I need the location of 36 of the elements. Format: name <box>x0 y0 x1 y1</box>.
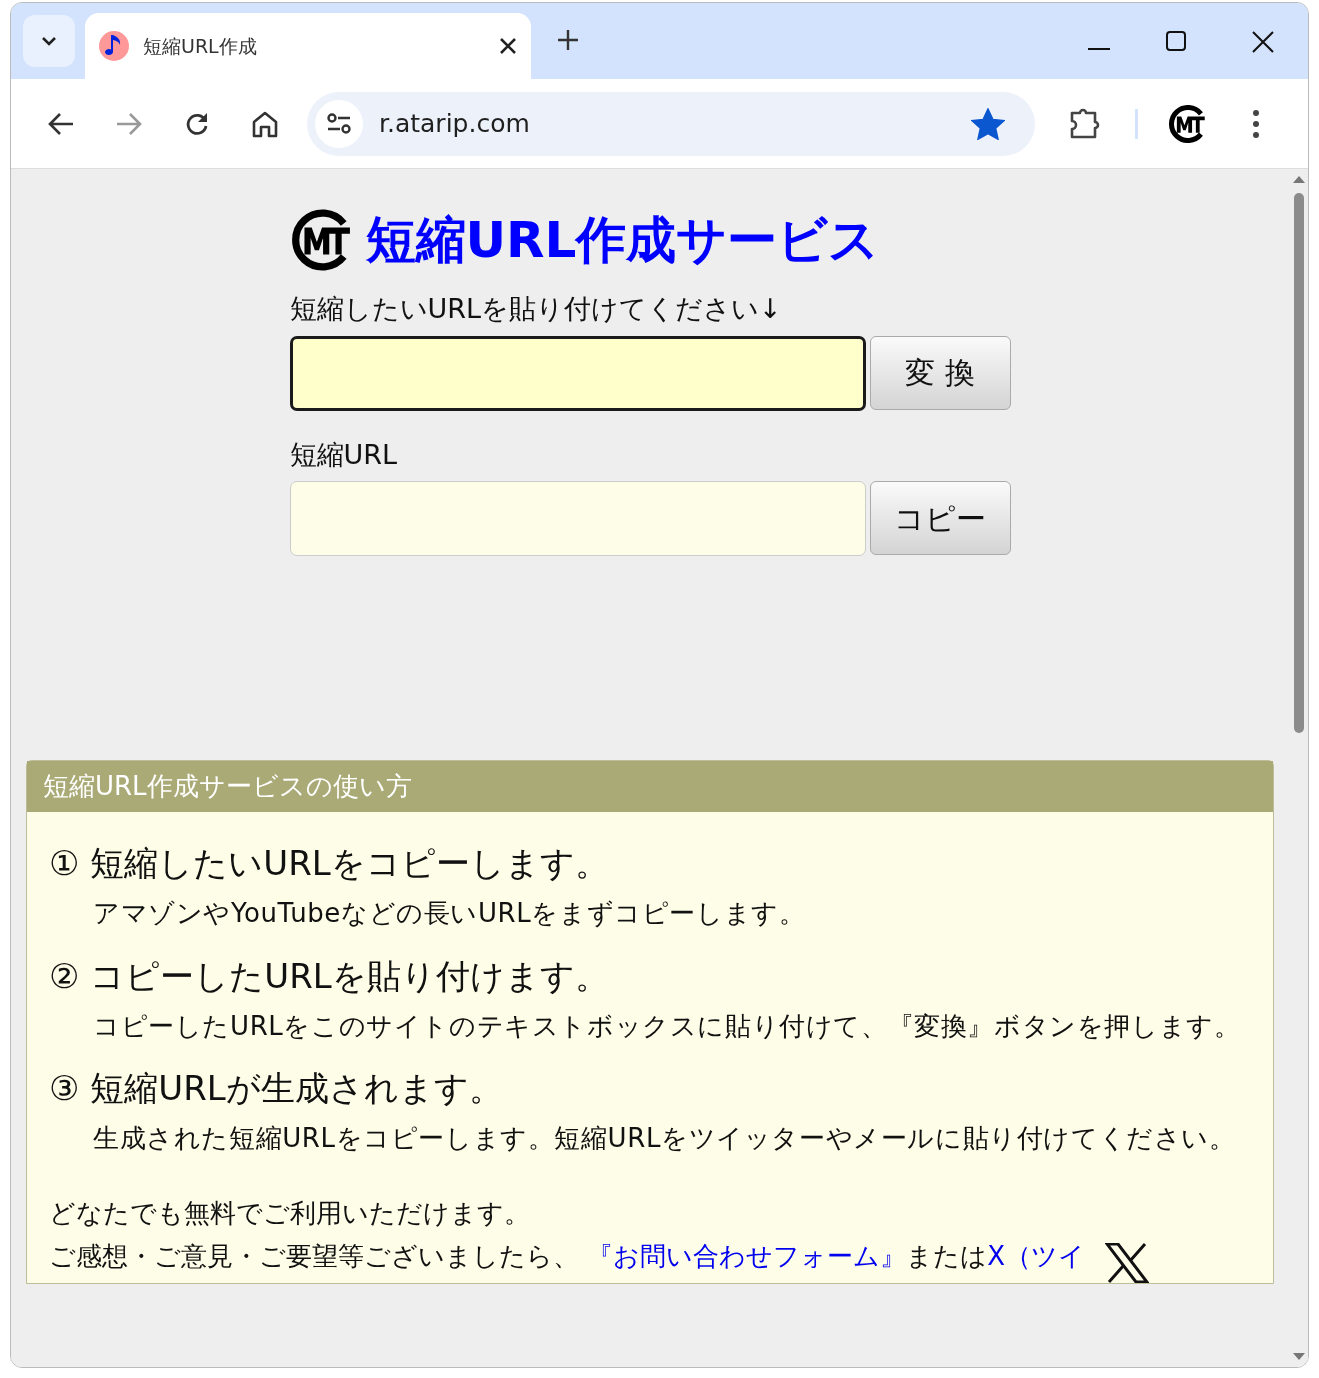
step-title: ① 短縮したいURLをコピーします。 <box>49 842 610 885</box>
x-link[interactable]: X（ツイ <box>987 1240 1086 1271</box>
close-window-icon[interactable] <box>1252 31 1274 53</box>
page-title: 短縮URL作成サービス <box>365 210 880 270</box>
contact-text: ご感想・ご意見・ご要望等ございましたら、 『お問い合わせフォーム』またはX（ツイ <box>49 1239 1086 1273</box>
step-title: ③ 短縮URLが生成されます。 <box>49 1067 504 1111</box>
convert-button[interactable]: 変 換 <box>869 335 1011 410</box>
x-logo-icon[interactable] <box>1105 1242 1150 1283</box>
mt-logo-icon[interactable] <box>1168 104 1206 143</box>
address-bar[interactable]: r.atarip.com <box>307 91 1035 156</box>
minimize-icon[interactable] <box>1088 47 1110 51</box>
scroll-up-icon[interactable] <box>1293 175 1305 183</box>
maximize-icon[interactable] <box>1166 31 1186 51</box>
panel-heading: 短縮URL作成サービスの使い方 <box>27 761 1273 812</box>
music-note-icon <box>99 31 129 61</box>
scroll-down-icon[interactable] <box>1293 1353 1305 1361</box>
step-title: ② コピーしたURLを貼り付けます。 <box>49 954 610 998</box>
url-text: r.atarip.com <box>379 107 531 140</box>
step-description: コピーしたURLをこのサイトのテキストボックスに貼り付けて、『変換』ボタンを押します。 <box>93 1009 1242 1043</box>
browser-tab[interactable]: 短縮URL作成 <box>85 13 531 79</box>
site-settings-icon[interactable] <box>326 112 352 135</box>
step-description: 生成された短縮URLをコピーします。短縮URLをツイッターやメールに貼り付けてください。 <box>93 1122 1237 1156</box>
menu-icon[interactable] <box>1252 108 1260 139</box>
mt-logo-icon <box>289 209 352 271</box>
bookmark-star-icon[interactable] <box>971 107 1005 140</box>
short-url-field[interactable] <box>289 481 866 556</box>
new-tab-icon[interactable] <box>557 29 579 51</box>
url-input-field[interactable] <box>289 335 866 411</box>
url-input-label: 短縮したいURLを貼り付けてください↓ <box>289 292 783 326</box>
short-url-label: 短縮URL <box>289 437 399 472</box>
note-text: どなたでも無料でご利用いただけます。 <box>49 1196 531 1230</box>
step-description: アマゾンやYouTubeなどの長いURLをまずコピーします。 <box>93 897 807 930</box>
tab-title: 短縮URL作成 <box>143 33 258 59</box>
close-tab-icon[interactable] <box>499 37 517 55</box>
contact-form-link[interactable]: 『お問い合わせフォーム』 <box>587 1240 907 1271</box>
copy-button[interactable]: コピー <box>869 481 1011 555</box>
